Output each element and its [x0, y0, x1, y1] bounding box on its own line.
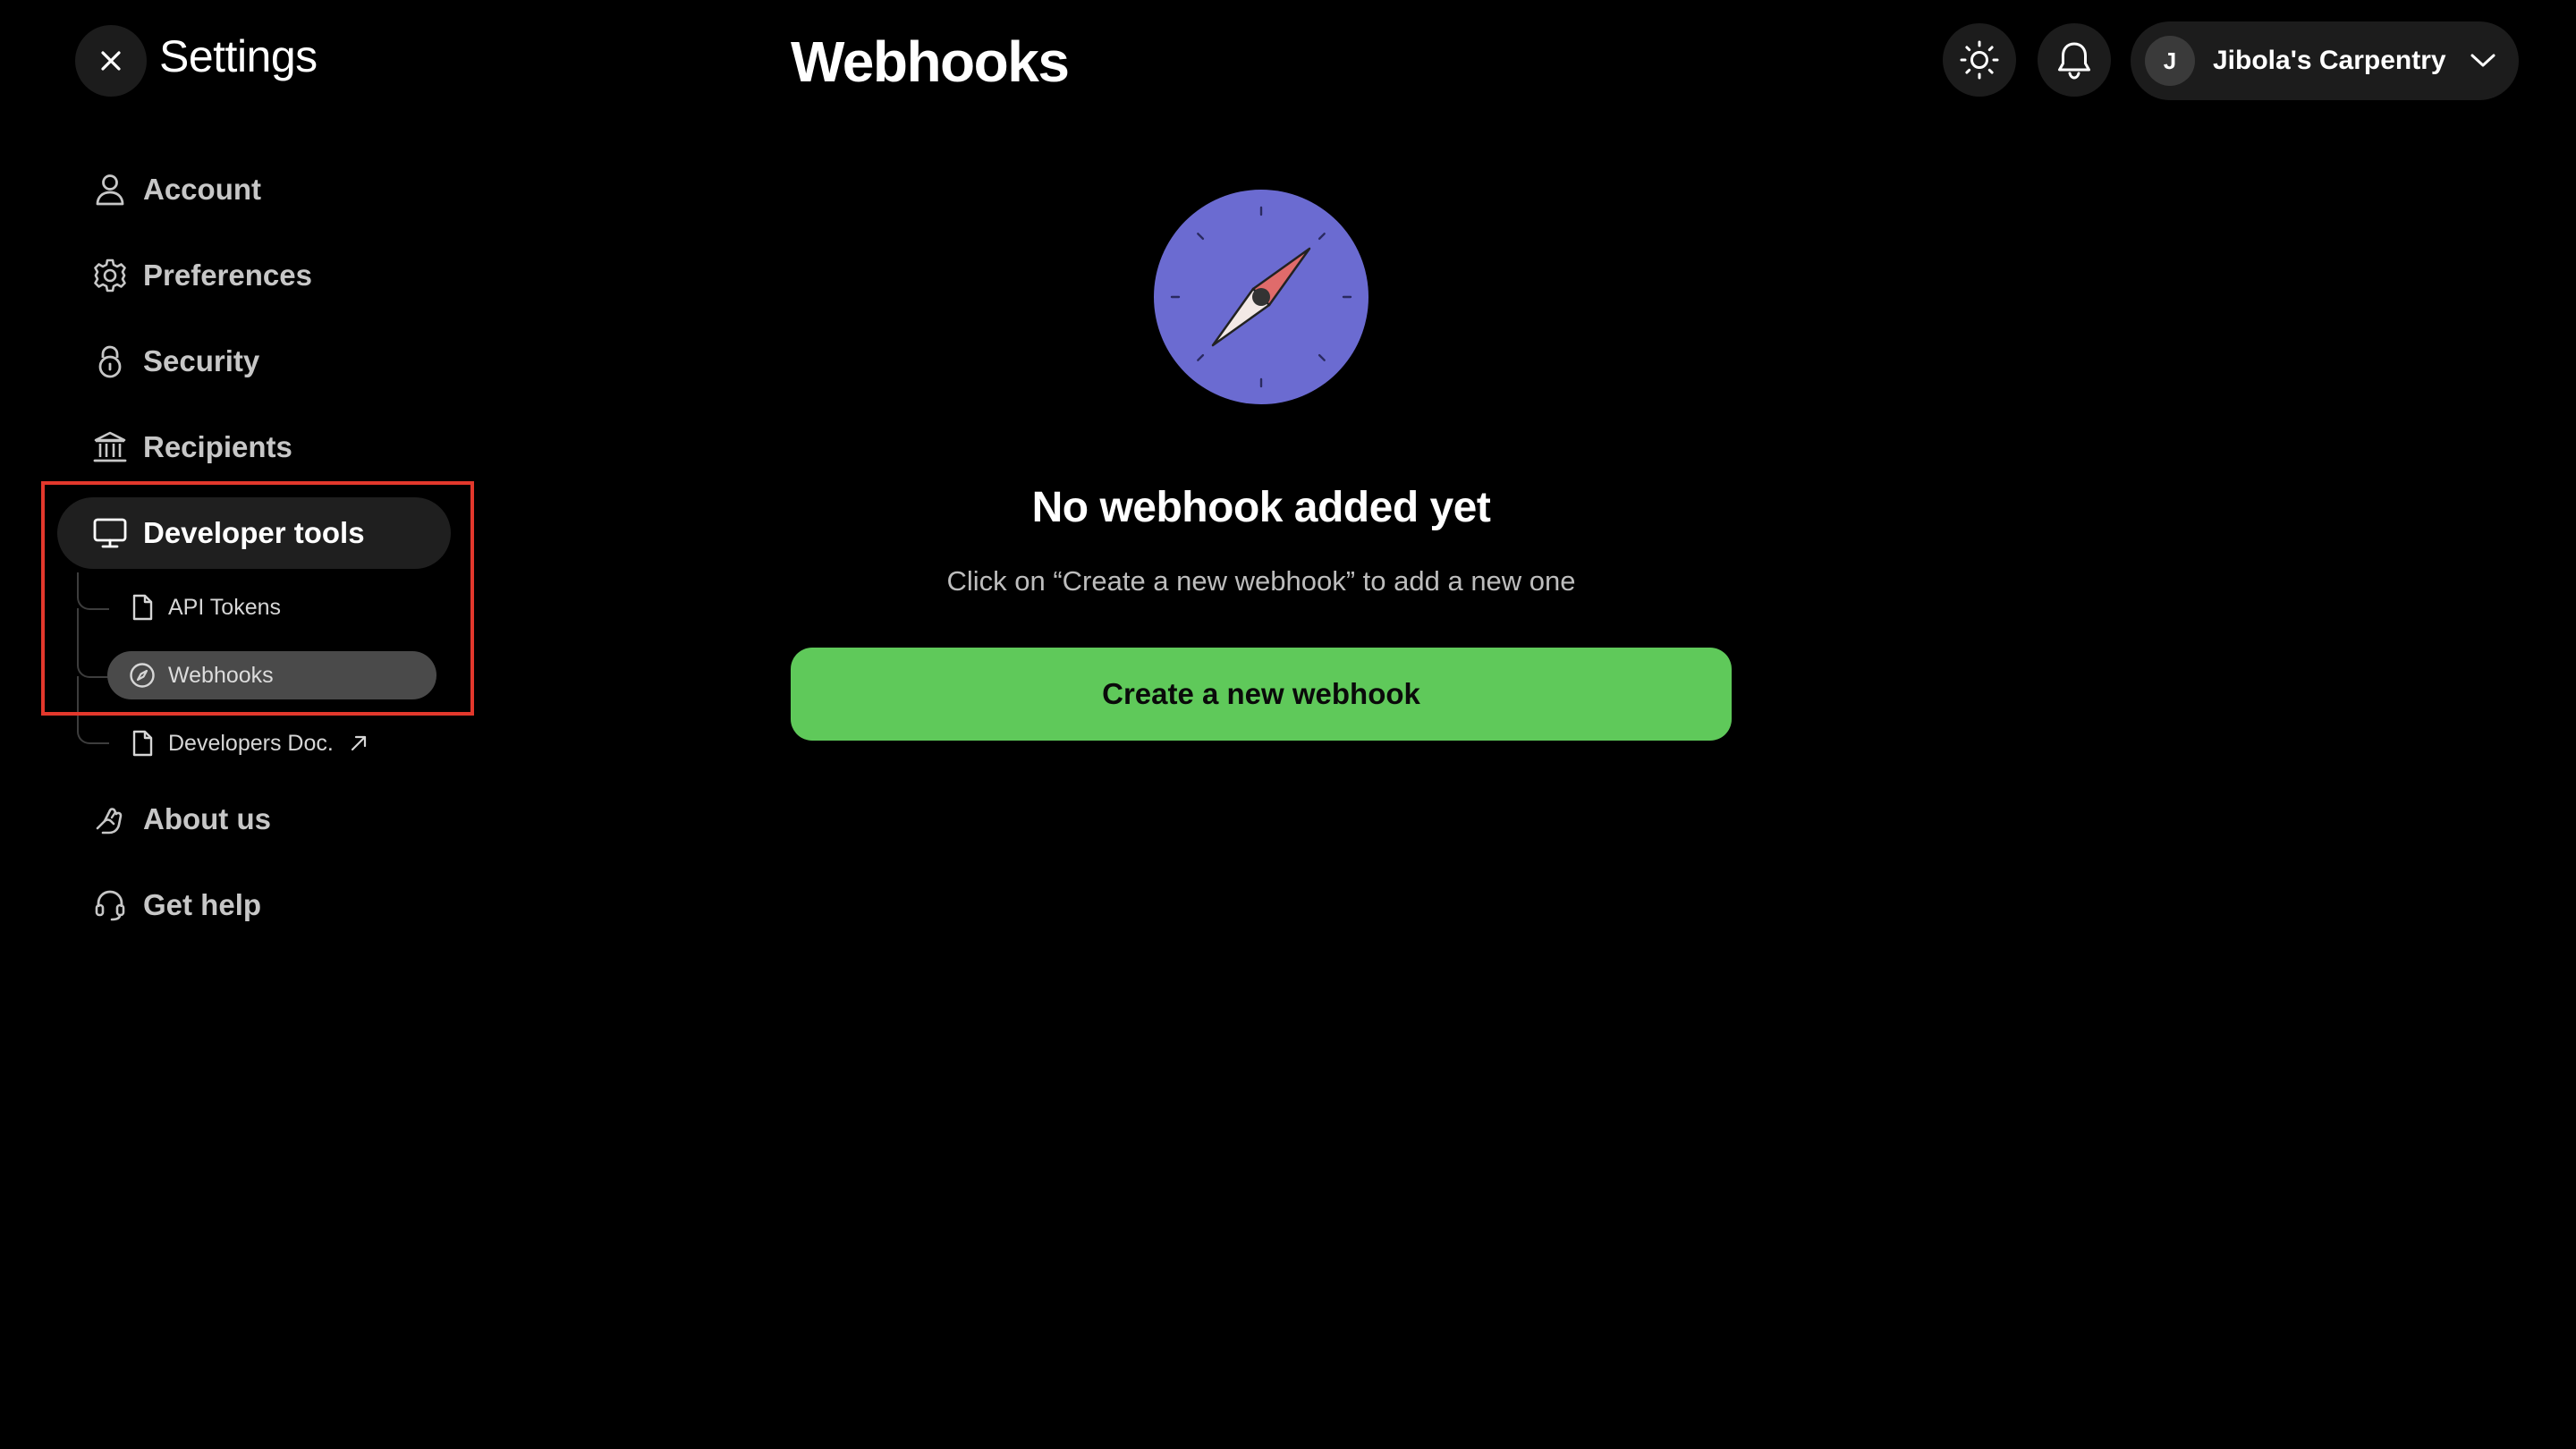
headset-icon — [91, 886, 129, 924]
sidebar-item-get-help[interactable]: Get help — [57, 869, 451, 941]
notifications-button[interactable] — [2038, 23, 2111, 97]
user-icon — [91, 171, 129, 208]
account-name: Jibola's Carpentry — [2213, 46, 2446, 75]
sidebar-item-label: Account — [143, 173, 261, 206]
sidebar-item-label: Recipients — [143, 430, 292, 463]
theme-toggle-button[interactable] — [1943, 23, 2016, 97]
gear-icon — [91, 257, 129, 294]
sidebar-item-label: About us — [143, 802, 271, 835]
sun-icon — [1960, 40, 1999, 80]
bell-icon — [2058, 42, 2090, 80]
compass-illustration-icon — [1154, 190, 1368, 404]
sidebar-subitem-developers-doc[interactable]: Developers Doc. — [107, 719, 369, 767]
avatar: J — [2145, 36, 2195, 86]
page-title: Webhooks — [791, 30, 1070, 94]
sidebar-item-security[interactable]: Security — [57, 326, 451, 397]
external-link-icon — [348, 733, 369, 754]
chevron-down-icon — [2470, 52, 2496, 70]
sidebar-item-preferences[interactable]: Preferences — [57, 240, 451, 311]
sidebar-item-about-us[interactable]: About us — [57, 784, 451, 855]
sidebar-item-label: Security — [143, 344, 260, 377]
empty-state-subtitle: Click on “Create a new webhook” to add a… — [946, 565, 1576, 597]
sidebar-subitem-label: Developers Doc. — [168, 730, 334, 756]
file-icon — [129, 730, 156, 757]
settings-sidebar: Account Preferences Security Recipients … — [0, 0, 501, 1449]
create-webhook-button[interactable]: Create a new webhook — [791, 648, 1732, 741]
bank-icon — [91, 428, 129, 466]
settings-page: Settings Webhooks J Jibola's Carpentry A… — [0, 0, 2576, 1449]
sidebar-item-account[interactable]: Account — [57, 154, 451, 225]
account-switcher[interactable]: J Jibola's Carpentry — [2131, 21, 2519, 100]
sidebar-item-recipients[interactable]: Recipients — [57, 411, 451, 483]
highlight-annotation-box — [41, 481, 474, 716]
sidebar-item-label: Preferences — [143, 258, 312, 292]
hand-icon — [91, 801, 129, 838]
lock-icon — [91, 343, 129, 380]
empty-state-title: No webhook added yet — [1031, 484, 1491, 531]
sidebar-item-label: Get help — [143, 888, 262, 921]
